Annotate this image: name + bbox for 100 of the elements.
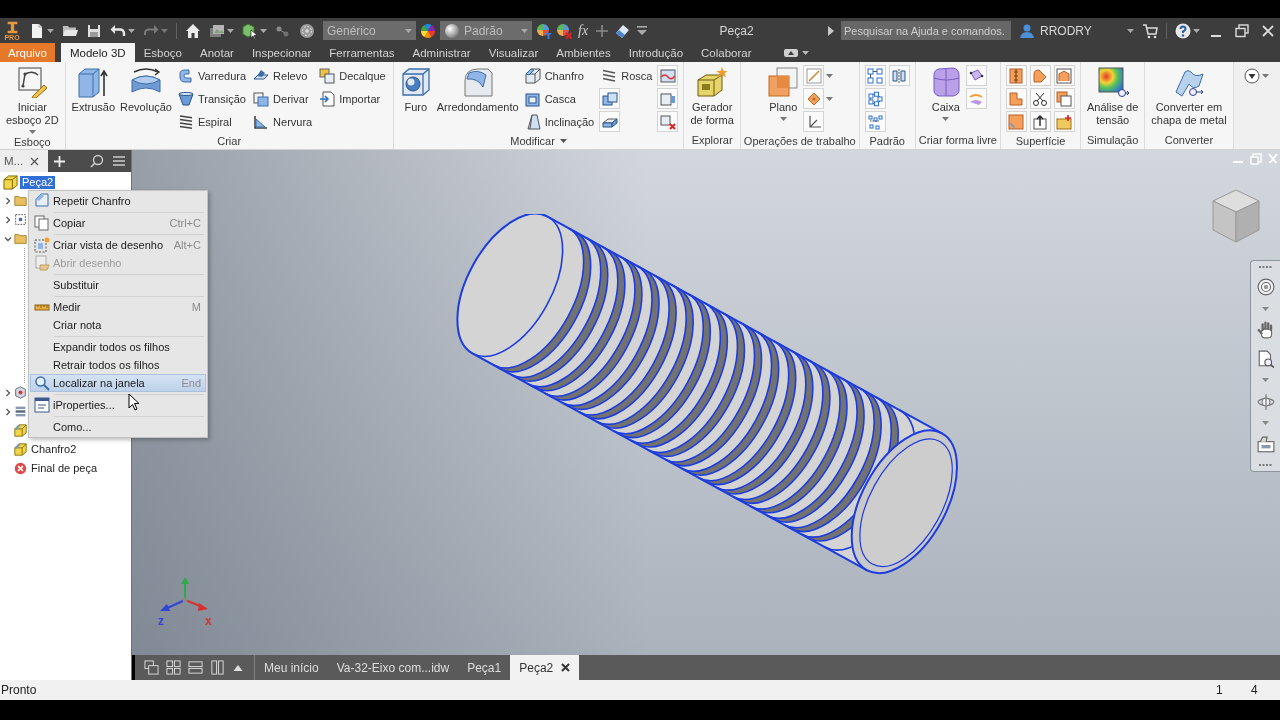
home-icon[interactable] (185, 22, 201, 39)
document-tab[interactable]: Peça1 (458, 655, 511, 680)
tool-button[interactable] (599, 111, 621, 132)
tool-button[interactable]: Iniciar esboço 2D (5, 65, 60, 134)
tool-button[interactable]: Análise de tensão (1086, 65, 1140, 127)
tool-button[interactable]: Varredura (176, 65, 249, 86)
tool-button[interactable]: Relevo (251, 65, 315, 86)
close-icon[interactable] (1260, 22, 1276, 39)
close-icon[interactable] (561, 663, 571, 672)
document-tab[interactable]: Peça2 (510, 655, 580, 680)
user-menu[interactable]: RRODRY (1019, 22, 1119, 39)
caret-icon[interactable] (128, 28, 135, 33)
tool-button[interactable] (657, 111, 679, 132)
caret-icon[interactable] (801, 50, 809, 55)
ribbon-tab[interactable]: Ambientes (547, 43, 620, 62)
menu-item[interactable]: Retrair todos os filhos (30, 356, 206, 374)
tool-button[interactable] (599, 88, 621, 109)
ribbon-tab[interactable]: Inspecionar (242, 43, 321, 62)
chevron-right-icon[interactable] (4, 196, 12, 205)
ribbon-tab[interactable]: Modelo 3D (61, 43, 135, 62)
cascade-windows-icon[interactable] (144, 660, 159, 675)
caret-icon[interactable] (47, 28, 54, 33)
tool-button[interactable]: Converter em chapa de metal (1150, 65, 1228, 127)
tool-button[interactable]: Transição (176, 88, 249, 109)
caret-icon[interactable] (1261, 74, 1269, 78)
ribbon-tab[interactable]: Esboço (134, 43, 191, 62)
tool-button[interactable] (657, 65, 679, 86)
menu-item[interactable]: Repetir Chanfro (30, 192, 206, 210)
caret-icon[interactable] (559, 138, 567, 143)
dotted-disc-icon[interactable] (299, 22, 315, 39)
split-horizontal-icon[interactable] (188, 660, 203, 675)
plus-icon[interactable] (54, 155, 65, 167)
menu-item[interactable]: Medir M (30, 298, 206, 316)
split-vertical-icon[interactable] (210, 660, 225, 675)
tool-button[interactable]: Caixa (928, 65, 963, 121)
tool-button[interactable]: Decalque (317, 65, 388, 86)
browser-tab[interactable]: M... (0, 150, 48, 172)
tool-button[interactable]: Rosca (599, 65, 655, 86)
screen-tab-icon[interactable] (1256, 435, 1275, 454)
help-icon[interactable] (1175, 22, 1191, 39)
ribbon-tab[interactable]: Ferramentas (320, 43, 404, 62)
parameters-button[interactable]: fx (576, 22, 591, 39)
tool-button[interactable]: Furo (398, 65, 433, 114)
chevron-down-icon[interactable] (4, 234, 12, 243)
chevron-right-icon[interactable] (4, 215, 12, 224)
tool-button[interactable]: Chanfro (522, 65, 597, 86)
search-icon[interactable] (90, 154, 104, 168)
tool-button[interactable]: Gerador de forma (689, 65, 735, 127)
chevron-right-icon[interactable] (4, 407, 12, 416)
ribbon-tab[interactable]: Visualizar (479, 43, 548, 62)
ribbon-tab[interactable]: Introdução (619, 43, 693, 62)
tool-button[interactable] (1030, 111, 1051, 132)
document-tab[interactable]: Meu início (255, 655, 328, 680)
hand-icon[interactable] (1256, 321, 1275, 340)
tool-button[interactable] (1030, 65, 1051, 86)
cursor-cube-icon[interactable] (242, 22, 258, 39)
tool-button[interactable]: Extrusão (70, 65, 116, 114)
orbit-icon[interactable] (1256, 392, 1275, 411)
menu-item[interactable]: Criar vista de desenho Alt+C (30, 236, 206, 254)
color-pie-funnel-icon[interactable] (536, 22, 552, 39)
eraser-icon[interactable] (614, 22, 631, 39)
color-wheel-icon[interactable] (420, 22, 436, 39)
tool-button[interactable]: Revolução (119, 65, 173, 114)
document-tab[interactable]: Va-32-Eixo com...idw (327, 655, 459, 680)
tool-button[interactable]: Plano (766, 65, 801, 121)
ribbon-tab[interactable]: Anotar (191, 43, 243, 62)
tile-windows-icon[interactable] (166, 660, 181, 675)
search-field[interactable]: Pesquisar na Ajuda e comandos. (841, 21, 1011, 40)
tool-button[interactable] (864, 88, 886, 109)
tool-button[interactable]: Importar (317, 88, 388, 109)
ribbon-tab[interactable]: Colaborar (692, 43, 761, 62)
menu-item[interactable]: Localizar na janela End (30, 374, 206, 392)
caret-icon[interactable] (1193, 28, 1200, 33)
tool-button[interactable] (965, 65, 987, 86)
caret-icon[interactable] (826, 96, 834, 101)
chevron-right-icon[interactable] (4, 388, 12, 397)
color-pie-x-icon[interactable] (556, 22, 572, 39)
tool-button[interactable]: Inclinação (522, 111, 597, 132)
concentric-circles-icon[interactable] (1256, 278, 1275, 297)
tool-button[interactable]: Arredondamento (435, 65, 520, 114)
close-icon[interactable] (30, 156, 40, 166)
tool-button[interactable]: Espiral (176, 111, 249, 132)
save-icon[interactable] (86, 22, 102, 39)
menu-item[interactable]: Copiar Ctrl+C (30, 214, 206, 232)
menu-icon[interactable] (112, 154, 126, 168)
tool-button[interactable]: Derivar (251, 88, 315, 109)
cart-icon[interactable] (1142, 22, 1158, 39)
tree-item[interactable]: Peça2 (20, 175, 56, 189)
circle-down-icon[interactable] (1243, 68, 1260, 84)
caret-icon[interactable] (227, 28, 234, 33)
tool-button[interactable]: Casca (522, 88, 597, 109)
tree-item[interactable]: Chanfro2 (29, 443, 79, 456)
new-file-icon[interactable] (29, 22, 45, 39)
ribbon-tab[interactable]: Administrar (403, 43, 480, 62)
tree-item[interactable]: Final de peça (29, 462, 100, 475)
page-magnifier-icon[interactable] (1256, 349, 1275, 368)
restore-icon[interactable] (1234, 22, 1250, 39)
menu-item[interactable]: Substituir (30, 276, 206, 294)
menu-item[interactable]: iProperties... (30, 396, 206, 414)
image-stack-icon[interactable] (209, 22, 225, 39)
